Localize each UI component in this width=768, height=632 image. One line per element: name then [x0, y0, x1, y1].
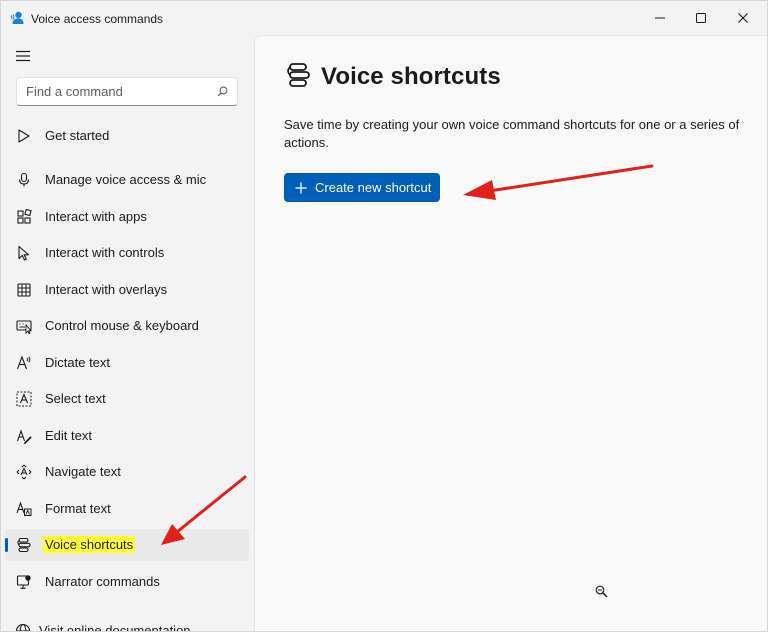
dictate-text-icon — [16, 355, 31, 370]
sidebar-item-label: Control mouse & keyboard — [45, 318, 199, 333]
narrator-icon — [16, 575, 31, 589]
sidebar-item-label: Edit text — [45, 428, 92, 443]
sidebar-item-label: Navigate text — [45, 464, 121, 479]
sidebar-item-voice-shortcuts[interactable]: Voice shortcuts — [5, 529, 249, 561]
grid-overlay-icon — [17, 283, 31, 297]
globe-icon — [15, 623, 31, 631]
sidebar-item-visit-online-documentation[interactable]: Visit online documentation — [1, 615, 245, 632]
voice-access-app-icon — [10, 11, 24, 24]
voice-shortcuts-icon — [17, 537, 31, 553]
minimize-button[interactable] — [637, 1, 683, 35]
sidebar-item-navigate-text[interactable]: Navigate text — [5, 456, 249, 488]
play-triangle-icon — [18, 129, 30, 143]
search-icon[interactable] — [217, 86, 228, 97]
sidebar-item-label: Narrator commands — [45, 574, 160, 589]
maximize-button[interactable] — [678, 1, 724, 35]
page-description: Save time by creating your own voice com… — [284, 117, 740, 150]
sidebar-item-get-started[interactable]: Get started — [5, 120, 249, 152]
sidebar-item-select-text[interactable]: Select text — [5, 383, 249, 415]
sidebar-item-label: Interact with apps — [45, 209, 147, 224]
navigate-text-icon — [16, 464, 32, 480]
minimize-icon — [655, 17, 665, 19]
close-icon — [738, 13, 748, 23]
main-content: Voice shortcuts Save time by creating yo… — [254, 35, 767, 631]
title-bar: Voice access commands — [1, 1, 767, 35]
create-new-shortcut-label: Create new shortcut — [315, 180, 432, 195]
sidebar-item-label: Interact with controls — [45, 245, 165, 260]
sidebar-item-interact-with-overlays[interactable]: Interact with overlays — [5, 274, 249, 306]
sidebar-item-label: Voice shortcuts — [43, 536, 136, 553]
sidebar-item-label: Visit online documentation — [39, 623, 191, 632]
format-text-icon — [16, 501, 32, 516]
page-title: Voice shortcuts — [321, 63, 501, 90]
sidebar-item-edit-text[interactable]: Edit text — [5, 420, 249, 452]
sidebar: Get started Manage voice access & mic In… — [1, 35, 254, 632]
microphone-icon — [18, 172, 30, 187]
maximize-icon — [696, 13, 706, 23]
keyboard-mouse-icon — [16, 320, 32, 334]
sidebar-item-narrator-commands[interactable]: Narrator commands — [5, 566, 249, 598]
sidebar-item-manage-voice-access[interactable]: Manage voice access & mic — [5, 164, 249, 196]
sidebar-item-label: Get started — [45, 128, 110, 143]
sidebar-item-label: Manage voice access & mic — [45, 172, 207, 187]
sidebar-item-label: Dictate text — [45, 355, 111, 370]
voice-shortcuts-icon — [287, 63, 310, 87]
plus-icon — [295, 182, 307, 193]
edit-text-icon — [16, 429, 32, 444]
close-button[interactable] — [720, 1, 766, 35]
sidebar-item-format-text[interactable]: Format text — [5, 493, 249, 525]
search-input[interactable] — [26, 83, 211, 100]
search-box[interactable] — [16, 77, 238, 106]
sidebar-item-label: Select text — [45, 391, 106, 406]
create-new-shortcut-button[interactable]: Create new shortcut — [284, 173, 440, 202]
sidebar-item-interact-with-controls[interactable]: Interact with controls — [5, 237, 249, 269]
window-title: Voice access commands — [31, 12, 164, 26]
selection-indicator — [5, 538, 8, 552]
sidebar-item-dictate-text[interactable]: Dictate text — [5, 347, 249, 379]
sidebar-item-control-mouse-keyboard[interactable]: Control mouse & keyboard — [5, 310, 249, 342]
apps-grid-icon — [17, 209, 32, 224]
sidebar-item-label: Interact with overlays — [45, 282, 168, 297]
voice-access-commands-window: Voice access commands Find a command Get… — [0, 0, 768, 632]
sidebar-item-label: Format text — [45, 501, 111, 516]
select-text-icon — [16, 391, 32, 407]
hamburger-menu-icon[interactable] — [14, 48, 32, 64]
pointer-arrow-icon — [18, 245, 30, 261]
sidebar-item-interact-with-apps[interactable]: Interact with apps — [5, 201, 249, 233]
zoom-cursor-icon — [595, 585, 608, 598]
